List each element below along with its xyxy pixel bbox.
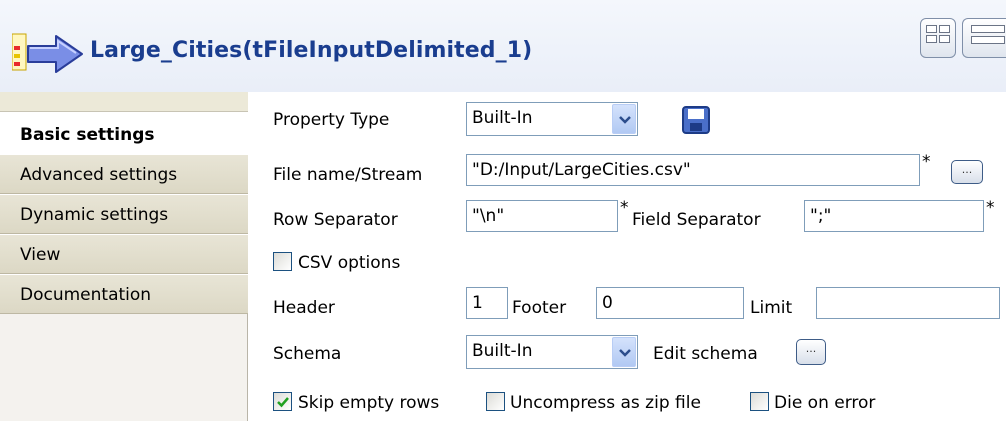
uncompress-zip-checkbox[interactable] <box>486 392 505 411</box>
row-separator-label: Row Separator <box>273 210 398 230</box>
header-label: Header <box>273 298 335 318</box>
csv-options-label: CSV options <box>298 253 401 273</box>
sidebar-item-advanced-settings[interactable]: Advanced settings <box>0 154 248 194</box>
schema-label: Schema <box>273 344 342 364</box>
property-type-select[interactable]: Built-In <box>466 102 638 136</box>
row-separator-input[interactable]: "\n" <box>466 200 618 232</box>
delimited-file-input-icon <box>12 33 83 73</box>
schema-value: Built-In <box>472 341 533 361</box>
field-separator-input[interactable]: ";" <box>804 200 984 232</box>
sidebar-item-documentation[interactable]: Documentation <box>0 274 248 314</box>
footer-input[interactable]: 0 <box>596 287 744 319</box>
property-type-label: Property Type <box>273 110 390 130</box>
row-separator-required-mark: * <box>620 198 629 218</box>
field-separator-required-mark: * <box>986 198 995 218</box>
header-input[interactable]: 1 <box>466 287 508 319</box>
layout-grid-button[interactable] <box>920 18 956 58</box>
file-name-required-mark: * <box>922 152 931 172</box>
edit-schema-button[interactable]: ... <box>796 339 826 365</box>
sidebar-top-spacer <box>0 92 248 112</box>
component-title: Large_Cities(tFileInputDelimited_1) <box>90 38 533 63</box>
sidebar-item-basic-settings[interactable]: Basic settings <box>0 112 249 156</box>
checkmark-icon <box>277 397 289 408</box>
die-on-error-label: Die on error <box>774 393 876 413</box>
file-name-label: File name/Stream <box>273 165 423 185</box>
uncompress-zip-label: Uncompress as zip file <box>510 393 701 413</box>
save-icon[interactable] <box>682 106 710 134</box>
footer-label: Footer <box>512 298 567 318</box>
limit-label: Limit <box>750 298 793 318</box>
property-type-value: Built-In <box>472 108 533 128</box>
schema-select[interactable]: Built-In <box>466 335 638 369</box>
browse-file-button[interactable]: ... <box>951 160 983 184</box>
edit-schema-label: Edit schema <box>653 344 758 364</box>
sidebar-item-view[interactable]: View <box>0 234 248 274</box>
csv-options-checkbox[interactable] <box>273 252 292 271</box>
chevron-down-icon[interactable] <box>612 104 636 134</box>
die-on-error-checkbox[interactable] <box>750 392 769 411</box>
sidebar-item-dynamic-settings[interactable]: Dynamic settings <box>0 194 248 234</box>
limit-input[interactable] <box>816 287 1000 319</box>
chevron-down-icon[interactable] <box>612 337 636 367</box>
skip-empty-rows-checkbox[interactable] <box>273 392 292 411</box>
field-separator-label: Field Separator <box>632 210 761 230</box>
component-title-bar: Large_Cities(tFileInputDelimited_1) <box>0 0 1006 92</box>
settings-sidebar: Basic settings Advanced settings Dynamic… <box>0 92 249 421</box>
skip-empty-rows-label: Skip empty rows <box>298 393 440 413</box>
layout-list-button[interactable] <box>962 18 1006 58</box>
file-name-input[interactable]: "D:/Input/LargeCities.csv" <box>466 154 920 186</box>
